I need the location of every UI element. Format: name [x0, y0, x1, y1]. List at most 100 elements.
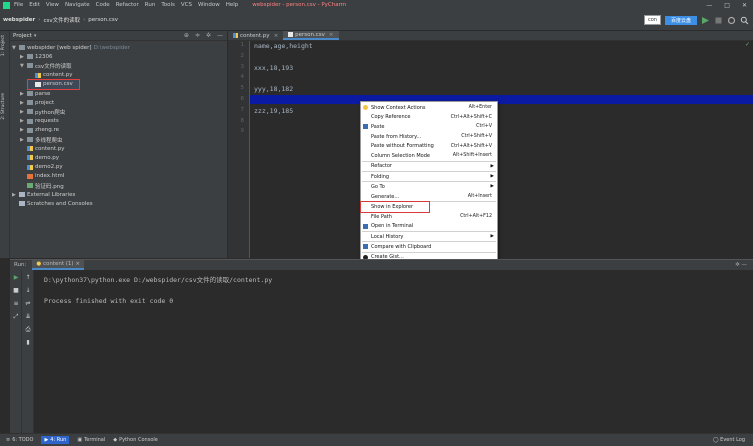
- tree-item[interactable]: demo2.py: [20, 163, 63, 172]
- context-menu-item[interactable]: Copy Reference Ctrl+Alt+Shift+C: [361, 113, 497, 123]
- project-panel-title[interactable]: Project: [13, 33, 32, 39]
- run-icon[interactable]: [701, 16, 710, 25]
- run-config-select[interactable]: con: [644, 15, 661, 25]
- menu-file[interactable]: File: [14, 2, 23, 8]
- context-menu-item[interactable]: Go To ▶: [361, 182, 497, 192]
- arrow-up-icon[interactable]: ↑: [25, 275, 31, 281]
- rerun-icon[interactable]: ▶: [13, 275, 19, 281]
- tab-person-csv[interactable]: person.csv ×: [283, 31, 339, 40]
- run-panel-actions[interactable]: ✲ —: [735, 262, 753, 268]
- stop-icon[interactable]: [714, 16, 723, 25]
- event-log[interactable]: ◯ Event Log: [713, 437, 753, 443]
- run-tab-content[interactable]: ● content (1) ×: [32, 260, 84, 270]
- breadcrumb-project[interactable]: webspider: [0, 17, 38, 23]
- close-window-button[interactable]: ✕: [742, 2, 747, 9]
- tree-item[interactable]: content.py: [28, 71, 73, 80]
- print-icon[interactable]: ⎙: [25, 327, 31, 333]
- breadcrumb-folder[interactable]: csv文件的读取: [40, 16, 83, 24]
- tree-item[interactable]: ▶ 多线程爬虫: [20, 135, 63, 144]
- stop-run-icon[interactable]: ■: [13, 288, 19, 294]
- trash-icon[interactable]: ▮: [25, 340, 31, 346]
- search-icon[interactable]: [740, 16, 749, 25]
- tree-item[interactable]: ▶ 12306: [20, 52, 53, 61]
- gear-icon[interactable]: ✲: [206, 32, 211, 39]
- layout-icon[interactable]: ≡: [13, 301, 19, 307]
- context-menu-item[interactable]: Paste Ctrl+V: [361, 122, 497, 132]
- settings-icon[interactable]: [727, 16, 736, 25]
- chevron-right-icon[interactable]: ▶: [20, 137, 27, 143]
- tree-item[interactable]: ▶ zheng.re: [20, 126, 59, 135]
- tree-item[interactable]: person.csv: [27, 78, 80, 90]
- context-menu-item[interactable]: Show in Explorer: [360, 201, 430, 213]
- lib-icon: [19, 192, 25, 198]
- tree-item[interactable]: Scratches and Consoles: [12, 199, 93, 208]
- code-editor[interactable]: ✓ name,age,height xxx,18,193 yyy,18,182 zzz…: [250, 41, 753, 258]
- context-menu-item[interactable]: Compare with Clipboard: [361, 242, 497, 252]
- context-menu-item[interactable]: Column Selection Mode Alt+Shift+Insert: [361, 151, 497, 161]
- todo-tool-tab[interactable]: ≡ 6: TODO: [6, 437, 33, 443]
- structure-tool-tab[interactable]: 2: Structure: [1, 93, 9, 120]
- breadcrumb-file[interactable]: person.csv: [85, 17, 121, 23]
- collapse-icon[interactable]: ≑: [195, 32, 200, 39]
- chevron-down-icon[interactable]: ▾: [34, 33, 37, 39]
- context-menu-item[interactable]: Generate... Alt+Insert: [361, 192, 497, 202]
- scroll-end-icon[interactable]: ⇊: [25, 314, 31, 320]
- python-console-tool-tab[interactable]: ◆ Python Console: [113, 437, 158, 443]
- menu-navigate[interactable]: Navigate: [65, 2, 90, 8]
- context-menu-item[interactable]: Open in Terminal: [361, 221, 497, 231]
- menu-vcs[interactable]: VCS: [181, 2, 192, 8]
- chevron-right-icon[interactable]: ▶: [12, 192, 19, 198]
- minimize-button[interactable]: —: [706, 2, 712, 9]
- close-tab-icon[interactable]: ×: [75, 261, 80, 267]
- chevron-right-icon[interactable]: ▶: [20, 109, 27, 115]
- chevron-right-icon[interactable]: ▶: [20, 91, 27, 97]
- project-tool-tab[interactable]: 1: Project: [1, 35, 9, 56]
- chevron-right-icon[interactable]: ▶: [20, 54, 27, 60]
- tree-item[interactable]: ▼ webspider [web spider] D:\webspider: [12, 43, 130, 52]
- menu-refactor[interactable]: Refactor: [116, 2, 139, 8]
- context-menu-item[interactable]: File Path Ctrl+Alt+F12: [361, 212, 497, 222]
- tab-content-py[interactable]: content.py ×: [228, 31, 283, 40]
- locate-icon[interactable]: ⊕: [184, 32, 189, 39]
- chevron-down-icon[interactable]: ▼: [12, 45, 19, 51]
- arrow-down-icon[interactable]: ↓: [25, 288, 31, 294]
- chevron-right-icon[interactable]: ▶: [20, 118, 27, 124]
- menu-view[interactable]: View: [46, 2, 59, 8]
- context-menu-item[interactable]: Paste from History... Ctrl+Shift+V: [361, 132, 497, 142]
- tree-item[interactable]: demo.py: [20, 153, 59, 162]
- tree-item[interactable]: ▶ requests: [20, 117, 59, 126]
- tree-item[interactable]: index.html: [20, 172, 64, 181]
- left-tool-strip: 1: Project 2: Structure: [0, 31, 10, 258]
- pin-icon[interactable]: ⤢: [13, 314, 19, 320]
- run-tool-tab[interactable]: ▶ 4: Run: [41, 436, 70, 444]
- context-menu-item[interactable]: Refactor ▶: [361, 161, 497, 171]
- menu-code[interactable]: Code: [96, 2, 110, 8]
- tree-item[interactable]: ▼ csv文件的读取: [20, 61, 72, 70]
- menu-run[interactable]: Run: [145, 2, 156, 8]
- context-menu-item[interactable]: Local History ▶: [361, 232, 497, 242]
- menu-tools[interactable]: Tools: [161, 2, 175, 8]
- tree-item[interactable]: 验证码.png: [20, 181, 64, 190]
- chevron-right-icon[interactable]: ▶: [20, 127, 27, 133]
- tree-item[interactable]: ▶ project: [20, 98, 54, 107]
- chevron-down-icon[interactable]: ▼: [20, 63, 27, 69]
- menu-edit[interactable]: Edit: [29, 2, 40, 8]
- close-tab-icon[interactable]: ×: [274, 33, 279, 39]
- chevron-right-icon[interactable]: ▶: [20, 100, 27, 106]
- context-menu-item[interactable]: Show Context Actions Alt+Enter: [361, 103, 497, 113]
- tree-item[interactable]: content.py: [20, 144, 65, 153]
- terminal-tool-tab[interactable]: ▣ Terminal: [77, 437, 105, 443]
- tree-item[interactable]: ▶ External Libraries: [12, 190, 75, 199]
- menu-window[interactable]: Window: [198, 2, 220, 8]
- close-tab-icon[interactable]: ×: [329, 32, 334, 38]
- baidu-cloud-tag[interactable]: 百度云盘: [664, 15, 697, 25]
- tree-item[interactable]: ▶ python爬虫: [20, 107, 65, 116]
- soft-wrap-icon[interactable]: ⇌: [25, 301, 31, 307]
- run-console[interactable]: D:\python37\python.exe D:/webspider/csv文…: [36, 270, 753, 433]
- maximize-button[interactable]: □: [724, 2, 730, 9]
- context-menu-item[interactable]: Paste without Formatting Ctrl+Alt+Shift+V: [361, 141, 497, 151]
- context-menu-item[interactable]: Folding ▶: [361, 172, 497, 182]
- menu-help[interactable]: Help: [226, 2, 239, 8]
- hide-icon[interactable]: —: [217, 32, 223, 39]
- tree-item[interactable]: ▶ parse: [20, 89, 50, 98]
